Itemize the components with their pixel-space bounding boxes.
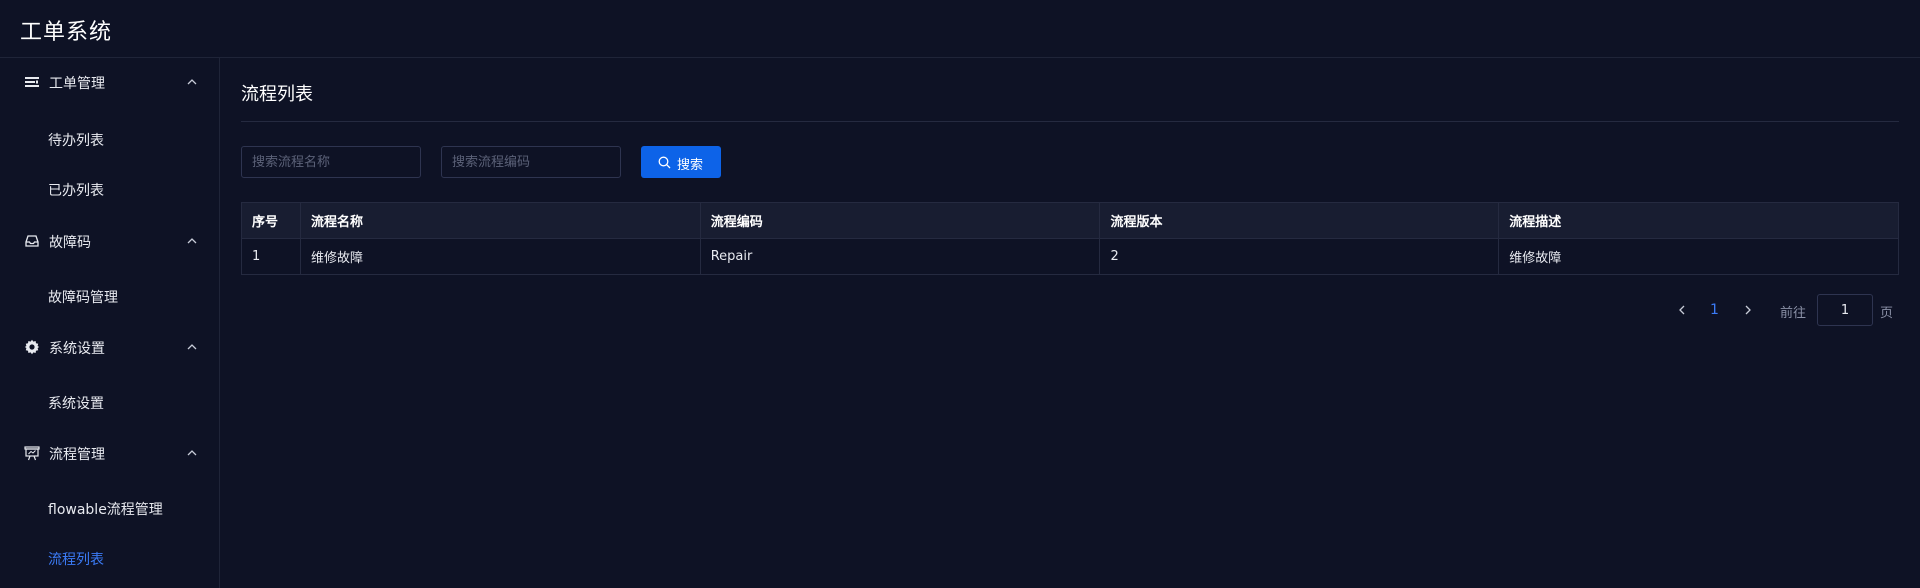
sidebar-group-label: 流程管理 — [49, 447, 105, 463]
chevron-up-icon — [187, 450, 197, 456]
search-icon — [658, 156, 671, 169]
search-process-name-input[interactable] — [241, 146, 421, 178]
table-header-row: 序号 流程名称 流程编码 流程版本 流程描述 — [241, 202, 1899, 239]
inbox-icon — [25, 235, 39, 247]
sidebar-item-process-list[interactable]: 流程列表 — [0, 533, 219, 583]
column-header-process-version: 流程版本 — [1099, 202, 1500, 239]
pagination-goto-input[interactable] — [1817, 294, 1873, 326]
title-divider — [241, 121, 1899, 122]
top-header: 工单系统 — [0, 0, 1920, 58]
pagination-next-button[interactable] — [1742, 304, 1754, 316]
sidebar-group-label: 工单管理 — [49, 76, 105, 92]
cell-process-code: Repair — [699, 238, 1101, 275]
presentation-icon — [24, 446, 40, 461]
pagination-goto-label: 前往 — [1780, 306, 1807, 321]
cell-process-name: 维修故障 — [299, 238, 701, 275]
gear-icon — [24, 339, 40, 355]
sidebar-item-label: 流程列表 — [48, 552, 104, 568]
chevron-up-icon — [187, 79, 197, 85]
pagination-current-page[interactable]: 1 — [1710, 302, 1719, 318]
chevron-up-icon — [187, 344, 197, 350]
sidebar-group-system-settings[interactable]: 系统设置 — [0, 323, 219, 371]
sidebar-item-fault-code-management[interactable]: 故障码管理 — [0, 271, 219, 321]
pagination-page-label: 页 — [1880, 306, 1894, 321]
sidebar-group-ticket-management[interactable]: 工单管理 — [0, 58, 219, 106]
main-content: 流程列表 搜索 序号 流程名称 流程编码 流程版本 流程描述 1 维修故障 Re… — [220, 58, 1920, 588]
column-header-process-description: 流程描述 — [1498, 202, 1899, 239]
list-icon — [25, 77, 39, 87]
app-title: 工单系统 — [20, 20, 113, 45]
sidebar-item-label: flowable流程管理 — [48, 502, 163, 518]
pagination-prev-button[interactable] — [1676, 304, 1688, 316]
chevron-up-icon — [187, 238, 197, 244]
search-button-label: 搜索 — [677, 158, 704, 173]
process-table: 序号 流程名称 流程编码 流程版本 流程描述 1 维修故障 Repair 2 维… — [241, 202, 1899, 275]
column-header-index: 序号 — [241, 202, 301, 239]
column-header-process-code: 流程编码 — [699, 202, 1101, 239]
sidebar: 工单管理 待办列表 已办列表 故障码 故障码管理 系统设置 系统设置 流程管理 … — [0, 58, 220, 588]
sidebar-item-label: 系统设置 — [48, 396, 104, 412]
search-button[interactable]: 搜索 — [641, 146, 721, 178]
sidebar-item-todo-list[interactable]: 待办列表 — [0, 114, 219, 164]
cell-index: 1 — [241, 238, 301, 275]
cell-process-version: 2 — [1099, 238, 1500, 275]
sidebar-group-process-management[interactable]: 流程管理 — [0, 429, 219, 477]
sidebar-group-label: 故障码 — [49, 235, 91, 251]
sidebar-item-done-list[interactable]: 已办列表 — [0, 164, 219, 214]
page-title: 流程列表 — [241, 84, 313, 105]
sidebar-item-label: 故障码管理 — [48, 290, 118, 306]
sidebar-item-system-settings[interactable]: 系统设置 — [0, 377, 219, 427]
sidebar-group-fault-code[interactable]: 故障码 — [0, 217, 219, 265]
sidebar-item-flowable-process-management[interactable]: flowable流程管理 — [0, 483, 219, 533]
cell-process-description: 维修故障 — [1498, 238, 1899, 275]
search-process-code-input[interactable] — [441, 146, 621, 178]
sidebar-group-label: 系统设置 — [49, 341, 105, 357]
table-row[interactable]: 1 维修故障 Repair 2 维修故障 — [241, 238, 1899, 275]
sidebar-item-label: 待办列表 — [48, 133, 104, 149]
sidebar-item-label: 已办列表 — [48, 183, 104, 199]
column-header-process-name: 流程名称 — [299, 202, 701, 239]
